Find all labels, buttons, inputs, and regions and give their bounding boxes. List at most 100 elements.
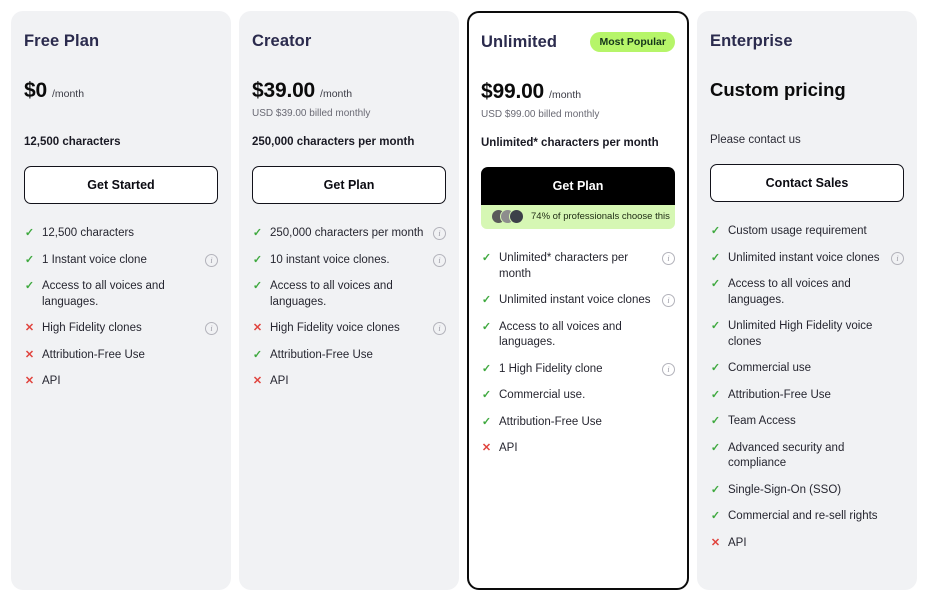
check-icon: ✓ <box>710 278 721 290</box>
price-row: $39.00/month <box>252 79 446 103</box>
info-icon[interactable]: i <box>662 294 675 307</box>
feature-list: ✓ Custom usage requirement ✓ Unlimited inst… <box>710 224 904 551</box>
price-period: /month <box>320 88 353 100</box>
billing-note: USD $99.00 billed monthly <box>481 109 600 120</box>
cta-button-get-started[interactable]: Get Started <box>24 166 218 204</box>
plan-card-header: Creator <box>252 29 446 53</box>
feature-label: Commercial and re-sell rights <box>728 510 878 522</box>
most-popular-badge: Most Popular <box>590 32 675 52</box>
avatar-group <box>491 209 524 224</box>
social-proof-banner: 74% of professionals choose this <box>481 205 675 229</box>
cta-button-get-plan[interactable]: Get Plan <box>252 166 446 204</box>
check-icon: ✓ <box>24 227 35 239</box>
price-row: Custom pricing <box>710 79 904 101</box>
price-period: /month <box>549 89 582 101</box>
plan-quota-text: Please contact us <box>710 134 801 146</box>
cross-icon: ✕ <box>252 375 263 387</box>
pricing-plans-grid: Free Plan$0/month.12,500 charactersGet S… <box>0 0 928 601</box>
feature-label: Unlimited instant voice clones <box>728 251 880 264</box>
plan-card-creator: Creator $39.00/month USD $39.00 billed mon… <box>239 11 459 590</box>
feature-label: 1 High Fidelity clone <box>499 362 603 375</box>
info-icon[interactable]: i <box>662 252 675 265</box>
info-icon[interactable]: i <box>433 322 446 335</box>
plan-price: $99.00 <box>481 80 545 103</box>
cta-button-contact-sales[interactable]: Contact Sales <box>710 164 904 202</box>
feature-item: ✕ High Fidelity clones i <box>24 321 218 337</box>
feature-item: ✓ Access to all voices and languages. <box>710 277 904 308</box>
feature-item: ✓ Access to all voices and languages. <box>252 279 446 310</box>
plan-card-header: Unlimited Most Popular <box>481 30 675 54</box>
check-icon: ✓ <box>710 415 721 427</box>
feature-item: ✓ Custom usage requirement <box>710 224 904 240</box>
feature-item: ✕ API <box>481 441 675 457</box>
info-icon[interactable]: i <box>205 253 218 267</box>
plan-price: $39.00 <box>252 79 316 102</box>
avatar <box>509 209 524 224</box>
info-icon[interactable]: i <box>433 253 446 267</box>
feature-item: ✓ 12,500 characters <box>24 226 218 242</box>
check-icon: ✓ <box>710 362 721 374</box>
info-icon[interactable]: i <box>662 362 675 376</box>
info-icon[interactable]: i <box>433 227 446 240</box>
feature-label: Unlimited High Fidelity voice clones <box>728 320 873 348</box>
feature-label: Access to all voices and languages. <box>42 280 165 308</box>
feature-item: ✓ Access to all voices and languages. <box>481 320 675 351</box>
feature-item: ✓ Unlimited instant voice clones i <box>710 251 904 267</box>
feature-label: API <box>42 375 61 387</box>
plan-card-free-plan: Free Plan$0/month.12,500 charactersGet S… <box>11 11 231 590</box>
plan-name: Free Plan <box>24 31 100 50</box>
feature-label: Unlimited instant voice clones <box>499 294 651 306</box>
check-icon: ✓ <box>710 225 721 237</box>
feature-label: API <box>728 536 747 549</box>
feature-label: Commercial use <box>728 362 812 374</box>
feature-item: ✓ Advanced security and compliance <box>710 441 904 472</box>
check-icon: ✓ <box>710 251 721 264</box>
plan-price: Custom pricing <box>710 79 846 100</box>
cross-icon: ✕ <box>252 322 263 334</box>
check-icon: ✓ <box>710 441 721 454</box>
check-icon: ✓ <box>481 362 492 375</box>
feature-label: 10 instant voice clones. <box>270 253 390 266</box>
feature-item: ✓ 10 instant voice clones. i <box>252 253 446 269</box>
plan-price: $0 <box>24 79 47 102</box>
feature-item: ✓ Access to all voices and languages. <box>24 279 218 310</box>
check-icon: ✓ <box>24 280 35 292</box>
plan-name: Creator <box>252 31 312 50</box>
cross-icon: ✕ <box>24 375 35 387</box>
feature-item: ✓ Commercial and re-sell rights <box>710 509 904 525</box>
feature-item: ✕ API <box>24 374 218 390</box>
check-icon: ✓ <box>252 348 263 361</box>
cross-icon: ✕ <box>24 348 35 361</box>
social-proof-text: 74% of professionals choose this <box>531 211 670 222</box>
feature-item: ✕ High Fidelity voice clones i <box>252 321 446 337</box>
check-icon: ✓ <box>481 320 492 333</box>
info-icon[interactable]: i <box>205 322 218 335</box>
plan-name: Unlimited <box>481 32 558 51</box>
feature-label: 250,000 characters per month <box>270 227 424 239</box>
feature-label: API <box>270 375 289 387</box>
cross-icon: ✕ <box>481 442 492 454</box>
feature-list: ✓ 12,500 characters ✓ 1 Instant voice clone… <box>24 226 218 390</box>
billing-note: USD $39.00 billed monthly <box>252 108 371 119</box>
check-icon: ✓ <box>481 415 492 428</box>
feature-label: Attribution-Free Use <box>728 388 831 401</box>
info-icon[interactable]: i <box>891 251 904 265</box>
cross-icon: ✕ <box>710 536 721 549</box>
feature-label: Access to all voices and languages. <box>270 280 393 308</box>
cta-button-get-plan[interactable]: Get Plan <box>481 167 675 205</box>
check-icon: ✓ <box>252 280 263 292</box>
feature-label: Single-Sign-On (SSO) <box>728 483 842 496</box>
plan-card-header: Enterprise <box>710 29 904 53</box>
check-icon: ✓ <box>710 483 721 496</box>
feature-label: Custom usage requirement <box>728 225 867 237</box>
feature-item: ✕ API <box>252 374 446 390</box>
check-icon: ✓ <box>481 252 492 264</box>
plan-quota-text: 12,500 characters <box>24 136 121 148</box>
plan-card-enterprise: EnterpriseCustom pricing.Please contact … <box>697 11 917 590</box>
feature-item: ✕ API <box>710 536 904 552</box>
feature-item: ✓ Attribution-Free Use <box>481 415 675 431</box>
feature-item: ✓ Commercial use. <box>481 388 675 404</box>
feature-item: ✓ 1 High Fidelity clone i <box>481 362 675 378</box>
price-row: $99.00/month <box>481 80 675 104</box>
cross-icon: ✕ <box>24 322 35 334</box>
